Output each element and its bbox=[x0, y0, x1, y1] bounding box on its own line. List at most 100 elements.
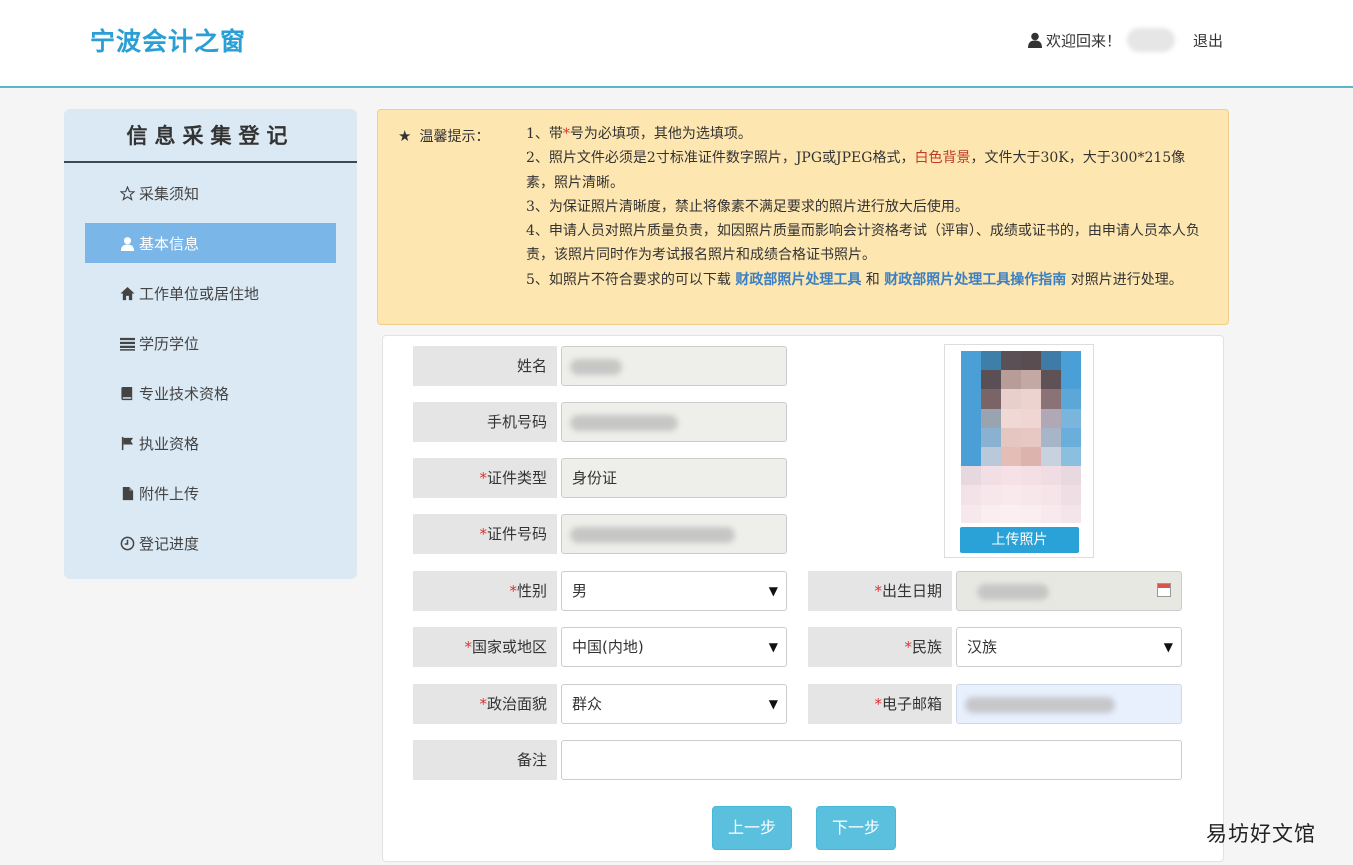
photo-pixel bbox=[981, 447, 1001, 467]
photo-pixel bbox=[961, 504, 981, 523]
sidebar-item-progress[interactable]: 登记进度 bbox=[85, 523, 336, 563]
ethnic-label: *民族 bbox=[808, 627, 952, 667]
sidebar-item-label: 工作单位或居住地 bbox=[139, 284, 260, 303]
upload-photo-button[interactable]: 上传照片 bbox=[960, 527, 1079, 553]
notice-line-2: 2、照片文件必须是2寸标准证件数字照片，JPG或JPEG格式，白色背景，文件大于… bbox=[526, 150, 1186, 191]
photo-pixel bbox=[961, 370, 981, 390]
notice-label-text: 温馨提示： bbox=[419, 129, 490, 145]
photo-pixel bbox=[1021, 447, 1041, 467]
photo-pixel bbox=[1001, 485, 1021, 505]
photo-pixel bbox=[1001, 351, 1021, 371]
prev-step-button[interactable]: 上一步 bbox=[712, 806, 792, 850]
next-step-button[interactable]: 下一步 bbox=[816, 806, 896, 850]
photo-pixel bbox=[1021, 389, 1041, 409]
sidebar: 信息采集登记 采集须知 基本信息 工作单位或居住地 学历学位 专业技术资格 执业… bbox=[64, 109, 357, 579]
user-area: 欢迎回来！ 退出 bbox=[1028, 28, 1223, 52]
basic-info-form: 姓名 手机号码 *证件类型 身份证 *证件号码 上传照片 *性别 男 ▼ *出生日… bbox=[382, 335, 1224, 862]
clock-icon bbox=[119, 535, 135, 551]
sidebar-item-qualification[interactable]: 专业技术资格 bbox=[85, 373, 336, 413]
calendar-icon[interactable] bbox=[1157, 583, 1171, 597]
politics-label: *政治面貌 bbox=[413, 684, 557, 724]
photo-pixel bbox=[981, 485, 1001, 505]
photo-pixel bbox=[961, 466, 981, 486]
photo-pixel bbox=[1021, 504, 1041, 523]
site-logo[interactable]: 宁波会计之窗 bbox=[90, 22, 246, 58]
photo-pixel bbox=[1001, 447, 1021, 467]
photo-pixel bbox=[1001, 408, 1021, 428]
id-photo-pixelated bbox=[961, 351, 1081, 523]
region-label: *国家或地区 bbox=[413, 627, 557, 667]
photo-pixel bbox=[1061, 389, 1081, 409]
user-icon bbox=[1028, 32, 1042, 48]
photo-tool-guide-link[interactable]: 财政部照片处理工具操作指南 bbox=[884, 272, 1066, 288]
photo-pixel bbox=[981, 427, 1001, 447]
photo-pixel bbox=[1061, 447, 1081, 467]
id-number-label: *证件号码 bbox=[413, 514, 557, 554]
star-icon: ★ bbox=[398, 127, 412, 145]
photo-pixel bbox=[1041, 427, 1061, 447]
username-blurred bbox=[1127, 28, 1176, 52]
remark-field[interactable] bbox=[561, 740, 1182, 780]
notice-line-5: 5、如照片不符合要求的可以下载 财政部照片处理工具 和 财政部照片处理工具操作指… bbox=[526, 271, 1183, 288]
book-icon bbox=[119, 385, 135, 401]
id-number-field[interactable] bbox=[561, 514, 787, 554]
email-field[interactable] bbox=[956, 684, 1182, 724]
flag-icon bbox=[119, 435, 135, 451]
id-type-label: *证件类型 bbox=[413, 458, 557, 498]
photo-pixel bbox=[1021, 427, 1041, 447]
sidebar-item-workplace[interactable]: 工作单位或居住地 bbox=[85, 273, 336, 313]
region-select[interactable]: 中国(内地) ▼ bbox=[561, 627, 787, 667]
photo-pixel bbox=[981, 408, 1001, 428]
list-icon bbox=[119, 335, 135, 351]
sidebar-item-label: 专业技术资格 bbox=[139, 384, 230, 403]
name-label: 姓名 bbox=[413, 346, 557, 386]
ethnic-select[interactable]: 汉族 ▼ bbox=[956, 627, 1182, 667]
chevron-down-icon: ▼ bbox=[768, 640, 778, 654]
sidebar-item-label: 登记进度 bbox=[139, 534, 200, 553]
photo-pixel bbox=[981, 370, 1001, 390]
sidebar-item-label: 采集须知 bbox=[139, 184, 200, 203]
photo-tool-link[interactable]: 财政部照片处理工具 bbox=[735, 272, 861, 288]
photo-pixel bbox=[1021, 370, 1041, 390]
birth-date-label: *出生日期 bbox=[808, 571, 952, 611]
photo-pixel bbox=[981, 466, 1001, 486]
sidebar-title: 信息采集登记 bbox=[64, 109, 357, 163]
gender-label: *性别 bbox=[413, 571, 557, 611]
sidebar-item-practice[interactable]: 执业资格 bbox=[85, 423, 336, 463]
chevron-down-icon: ▼ bbox=[768, 584, 778, 598]
id-type-field[interactable]: 身份证 bbox=[561, 458, 787, 498]
remark-label: 备注 bbox=[413, 740, 557, 780]
notice-label: ★ 温馨提示： bbox=[398, 126, 489, 146]
photo-pixel bbox=[1061, 351, 1081, 371]
sidebar-item-education[interactable]: 学历学位 bbox=[85, 323, 336, 363]
photo-pixel bbox=[1001, 427, 1021, 447]
photo-pixel bbox=[981, 389, 1001, 409]
photo-container: 上传照片 bbox=[944, 344, 1094, 558]
birth-date-field[interactable] bbox=[956, 571, 1182, 611]
photo-pixel bbox=[1001, 504, 1021, 523]
sidebar-item-basic-info[interactable]: 基本信息 bbox=[85, 223, 336, 263]
notice-line-4: 4、申请人员对照片质量负责，如因照片质量而影响会计资格考试（评审）、成绩或证书的… bbox=[526, 223, 1200, 264]
sidebar-item-attachment[interactable]: 附件上传 bbox=[85, 473, 336, 513]
sidebar-item-label: 学历学位 bbox=[139, 334, 200, 353]
top-header: 宁波会计之窗 欢迎回来！ 退出 bbox=[0, 0, 1353, 88]
notice-line-1: 1、带*号为必填项，其他为选填项。 bbox=[526, 126, 752, 142]
photo-pixel bbox=[1041, 389, 1061, 409]
politics-select[interactable]: 群众 ▼ bbox=[561, 684, 787, 724]
sidebar-nav: 采集须知 基本信息 工作单位或居住地 学历学位 专业技术资格 执业资格 附件上传 bbox=[64, 173, 357, 563]
name-field[interactable] bbox=[561, 346, 787, 386]
photo-pixel bbox=[1041, 370, 1061, 390]
phone-field[interactable] bbox=[561, 402, 787, 442]
photo-pixel bbox=[1001, 389, 1021, 409]
logout-link[interactable]: 退出 bbox=[1193, 30, 1223, 51]
gender-select[interactable]: 男 ▼ bbox=[561, 571, 787, 611]
photo-pixel bbox=[961, 447, 981, 467]
photo-pixel bbox=[1041, 466, 1061, 486]
sidebar-item-label: 基本信息 bbox=[139, 234, 200, 253]
sidebar-item-notice[interactable]: 采集须知 bbox=[85, 173, 336, 213]
photo-pixel bbox=[961, 485, 981, 505]
photo-pixel bbox=[1061, 485, 1081, 505]
file-icon bbox=[119, 485, 135, 501]
email-label: *电子邮箱 bbox=[808, 684, 952, 724]
home-icon bbox=[119, 285, 135, 301]
